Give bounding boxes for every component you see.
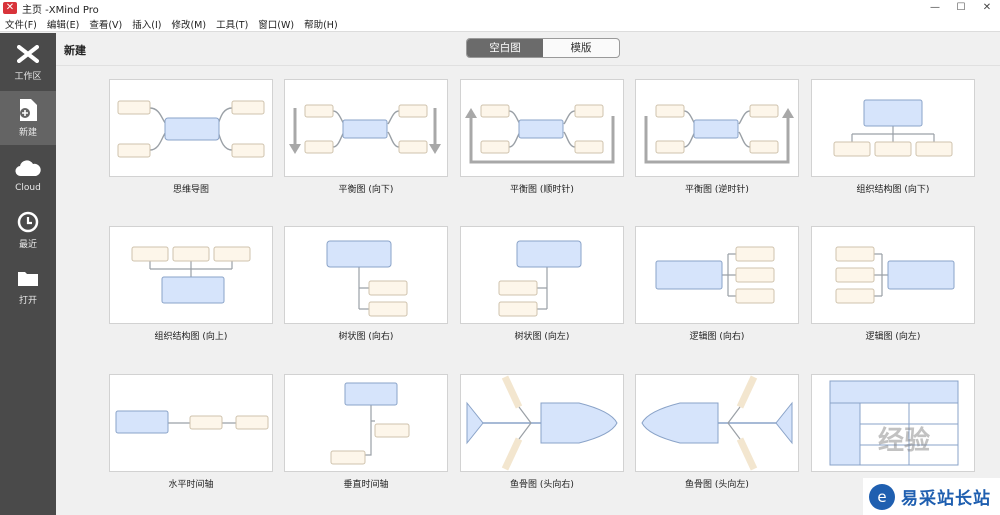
template-tile-fish-right[interactable]: 鱼骨图 (头向右) [460,374,624,490]
template-label: 逻辑图 (向左) [865,332,921,342]
menu-view[interactable]: 查看(V) [84,17,127,31]
template-tile-fish-left[interactable]: 鱼骨图 (头向左) [635,374,799,490]
sidebar: 工作区 新建 Cloud 最近 打开 [0,33,56,515]
maximize-button[interactable]: ☐ [948,0,974,16]
template-thumbnail [460,79,624,177]
template-label: 树状图 (向右) [338,332,394,342]
template-thumbnail [460,226,624,324]
template-label: 平衡图 (顺时针) [510,185,574,195]
page-title: 新建 [64,44,86,57]
site-logo-icon: e [869,483,895,510]
cloud-icon [15,156,41,180]
template-tile-balance-cw[interactable]: 平衡图 (顺时针) [460,79,624,195]
menu-bar: 文件(F) 编辑(E) 查看(V) 插入(I) 修改(M) 工具(T) 窗口(W… [0,16,1000,32]
template-tile-tree-left[interactable]: 树状图 (向左) [460,226,624,342]
template-tile-balance-ccw[interactable]: 平衡图 (逆时针) [635,79,799,195]
sidebar-item-workspace[interactable]: 工作区 [0,35,56,89]
watermark-overlay: 经验 [810,398,960,468]
template-thumbnail [109,226,273,324]
template-label: 平衡图 (向下) [338,185,394,195]
clock-icon [15,210,41,234]
template-label: 树状图 (向左) [514,332,570,342]
template-thumbnail [284,226,448,324]
template-label: 平衡图 (逆时针) [685,185,749,195]
title-bar: ✕ 主页 -XMind Pro — ☐ ✕ [0,0,1000,16]
template-thumbnail [635,226,799,324]
template-label: 逻辑图 (向右) [689,332,745,342]
template-thumbnail [460,374,624,472]
template-label: 水平时间轴 [168,480,214,490]
watermark-text: 经验 [878,426,931,456]
window-controls: — ☐ ✕ [922,0,1000,16]
template-label: 鱼骨图 (头向左) [685,480,749,490]
template-tile-timeline-v[interactable]: 垂直时间轴 [284,374,448,490]
sidebar-item-cloud[interactable]: Cloud [0,147,56,201]
template-thumbnail [811,226,975,324]
close-button[interactable]: ✕ [974,0,1000,16]
template-thumbnail [811,79,975,177]
template-tile-org-down[interactable]: 组织结构图 (向下) [811,79,975,195]
template-thumbnail [635,374,799,472]
template-thumbnail [109,79,273,177]
template-tile-mindmap[interactable]: 思维导图 [109,79,273,195]
sidebar-item-label: Cloud [15,182,41,193]
template-label: 组织结构图 (向上) [154,332,228,342]
template-tile-org-up[interactable]: 组织结构图 (向上) [109,226,273,342]
sidebar-item-label: 工作区 [14,72,42,82]
menu-help[interactable]: 帮助(H) [299,17,343,31]
menu-file[interactable]: 文件(F) [0,17,42,31]
menu-modify[interactable]: 修改(M) [166,17,211,31]
sidebar-item-recent[interactable]: 最近 [0,203,56,257]
template-tile-balance-down[interactable]: 平衡图 (向下) [284,79,448,195]
template-label: 组织结构图 (向下) [856,185,930,195]
site-badge: e 易采站长站 [863,478,1000,515]
template-label: 思维导图 [172,185,209,195]
sidebar-item-open[interactable]: 打开 [0,259,56,313]
template-thumbnail [284,374,448,472]
template-tile-logic-right[interactable]: 逻辑图 (向右) [635,226,799,342]
template-thumbnail [109,374,273,472]
template-tile-logic-left[interactable]: 逻辑图 (向左) [811,226,975,342]
folder-icon [15,266,41,290]
sidebar-item-new[interactable]: 新建 [0,91,56,145]
tab-templates[interactable]: 模版 [543,39,619,57]
mode-switch: 空白图 模版 [466,38,620,58]
menu-tools[interactable]: 工具(T) [211,17,253,31]
template-tile-timeline-h[interactable]: 水平时间轴 [109,374,273,490]
sidebar-item-label: 新建 [18,128,37,138]
template-label: 垂直时间轴 [343,480,389,490]
minimize-button[interactable]: — [922,0,948,16]
xmind-logo-icon [15,42,41,66]
template-thumbnail [635,79,799,177]
menu-insert[interactable]: 插入(I) [127,17,166,31]
template-thumbnail [284,79,448,177]
template-tile-tree-right[interactable]: 树状图 (向右) [284,226,448,342]
window-title: 主页 -XMind Pro [22,4,99,16]
xmind-app-icon: ✕ [3,2,17,14]
sidebar-item-label: 最近 [18,240,37,250]
menu-edit[interactable]: 编辑(E) [42,17,84,31]
menu-window[interactable]: 窗口(W) [253,17,299,31]
tab-blank[interactable]: 空白图 [467,39,543,57]
sidebar-item-label: 打开 [18,296,37,306]
new-file-icon [15,98,41,122]
content-header: 新建 空白图 模版 [56,33,1000,66]
site-badge-text: 易采站长站 [901,489,991,509]
template-label: 鱼骨图 (头向右) [510,480,574,490]
